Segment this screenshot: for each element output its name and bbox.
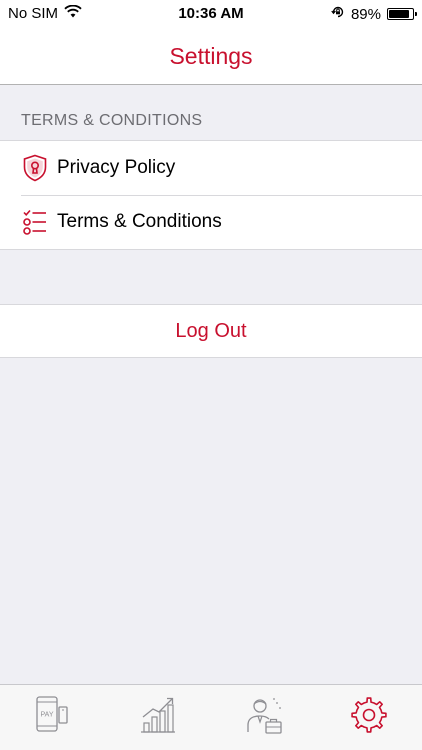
status-bar: No SIM 10:36 AM 89% <box>0 0 422 28</box>
battery-percent: 89% <box>350 5 381 23</box>
logout-button[interactable]: Log Out <box>0 304 422 358</box>
list-item-label: Privacy Policy <box>57 157 176 178</box>
list-item-privacy-policy[interactable]: Privacy Policy <box>0 141 422 195</box>
shield-lock-icon <box>21 154 49 182</box>
bar-chart-icon <box>139 695 177 740</box>
section-header: TERMS & CONDITIONS <box>21 112 203 129</box>
orientation-lock-icon <box>331 5 345 23</box>
tab-pay[interactable]: PAY <box>0 685 106 750</box>
tab-bar: PAY <box>0 684 422 750</box>
logout-label: Log Out <box>175 319 247 342</box>
list-item-label: Terms & Conditions <box>57 211 222 232</box>
tab-settings[interactable] <box>317 685 422 750</box>
checklist-icon <box>21 208 49 236</box>
list-item-terms-conditions[interactable]: Terms & Conditions <box>0 195 422 249</box>
tab-growth[interactable] <box>106 685 212 750</box>
phone-pay-icon: PAY <box>35 695 71 740</box>
page-title: Settings <box>169 42 253 69</box>
settings-list: Privacy Policy Terms & Conditions <box>0 140 422 250</box>
tab-business[interactable] <box>211 685 317 750</box>
status-right: 89% <box>331 5 417 23</box>
pay-icon-text: PAY <box>40 712 53 719</box>
nav-bar: Settings <box>0 28 422 85</box>
businessman-icon <box>244 695 284 740</box>
gear-icon <box>349 695 389 740</box>
battery-icon <box>387 8 417 20</box>
battery-fill <box>389 10 410 18</box>
gear-outline <box>351 697 387 733</box>
